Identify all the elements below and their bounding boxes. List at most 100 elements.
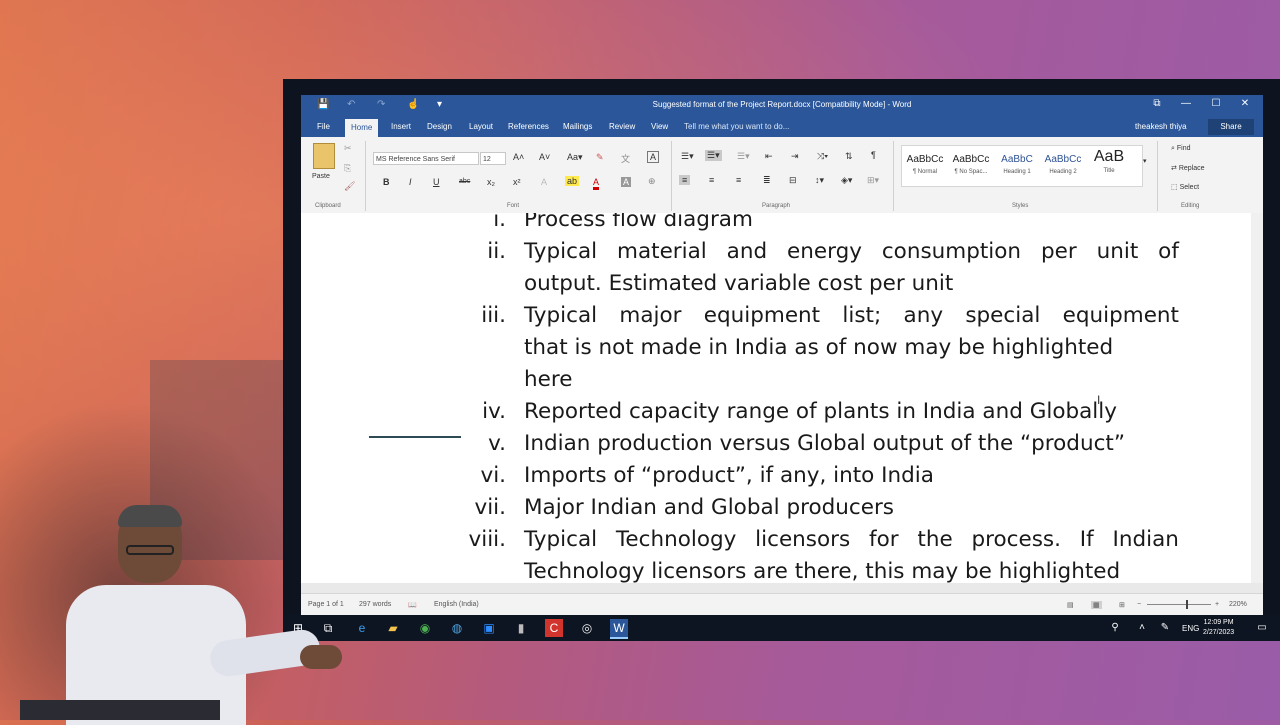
maximize-button[interactable]: ☐ (1206, 98, 1226, 109)
word-count[interactable]: 297 words (359, 601, 391, 608)
decrease-indent-icon[interactable]: ⇤ (765, 151, 773, 162)
shrink-font-icon[interactable]: A˅ (539, 152, 550, 162)
italic-button[interactable]: I (409, 177, 412, 187)
tab-insert[interactable]: Insert (391, 122, 411, 131)
align-center-icon[interactable]: ≡ (709, 175, 714, 185)
zoom-out-icon[interactable]: − (1137, 601, 1141, 608)
style-sample: AaBbCc (1044, 154, 1082, 165)
character-shading-button[interactable]: A (621, 177, 632, 187)
task-view-icon[interactable]: ⧉ (319, 619, 337, 637)
find-button[interactable]: ⌕ Find (1171, 145, 1191, 153)
people-icon[interactable]: ⚲ (1106, 619, 1124, 637)
webex-icon[interactable]: ◍ (448, 619, 466, 637)
close-button[interactable]: ✕ (1235, 98, 1255, 109)
select-button[interactable]: ⬚ Select (1171, 183, 1199, 191)
app-icon[interactable]: ◎ (578, 619, 596, 637)
horizontal-scrollbar[interactable] (301, 583, 1263, 593)
paste-button[interactable]: Paste (312, 173, 330, 180)
superscript-button[interactable]: x² (513, 177, 521, 187)
style-title[interactable]: AaB Title (1086, 146, 1132, 186)
style-heading-1[interactable]: AaBbC Heading 1 (994, 146, 1040, 186)
subscript-button[interactable]: x₂ (487, 177, 495, 187)
tab-home[interactable]: Home (345, 119, 379, 137)
line-spacing-icon[interactable]: ↕▾ (815, 175, 824, 186)
highlight-color-icon[interactable]: ab (565, 176, 580, 186)
zoom-slider[interactable] (1147, 604, 1211, 605)
bold-button[interactable]: B (383, 177, 390, 187)
distributed-icon[interactable]: ⊟ (789, 175, 797, 186)
shading-icon[interactable]: ◈▾ (841, 175, 852, 186)
print-layout-icon[interactable]: ▦ (1091, 601, 1102, 609)
tab-references[interactable]: References (508, 122, 549, 131)
tab-design[interactable]: Design (427, 122, 452, 131)
text-cursor-icon: I (1097, 393, 1101, 407)
enclose-characters-icon[interactable]: ⊕ (648, 176, 656, 187)
tell-me-search[interactable]: Tell me what you want to do... (684, 122, 789, 131)
vertical-scrollbar[interactable] (1251, 213, 1263, 583)
clear-formatting-icon[interactable]: ✎ (596, 152, 604, 163)
tab-review[interactable]: Review (609, 122, 635, 131)
bullets-icon[interactable]: ☰▾ (681, 151, 694, 162)
font-size-box[interactable]: 12 (480, 152, 506, 165)
taskbar-clock[interactable]: 12:09 PM 2/27/2023 (1203, 618, 1234, 638)
show-marks-icon[interactable]: ¶ (871, 150, 876, 160)
tab-mailings[interactable]: Mailings (563, 122, 592, 131)
app-icon[interactable]: ▮ (512, 619, 530, 637)
zoom-slider-thumb[interactable] (1186, 600, 1188, 609)
align-left-icon[interactable]: ≡ (679, 175, 691, 185)
zoom-level[interactable]: 220% (1229, 601, 1247, 608)
multilevel-list-icon[interactable]: ☰▾ (737, 151, 750, 162)
font-group-label: Font (507, 203, 520, 209)
style-heading-2[interactable]: AaBbCc Heading 2 (1040, 146, 1086, 186)
copy-icon[interactable]: ⎘ (344, 163, 351, 174)
read-mode-icon[interactable]: ▤ (1067, 601, 1074, 609)
proofing-icon[interactable]: 📖 (408, 601, 417, 609)
increase-indent-icon[interactable]: ⇥ (791, 151, 799, 162)
grow-font-icon[interactable]: A˄ (513, 152, 524, 162)
style-normal[interactable]: AaBbCc ¶ Normal (902, 146, 948, 186)
list-text: Process flow diagram (524, 213, 753, 232)
web-layout-icon[interactable]: ⊞ (1119, 601, 1125, 609)
phonetic-guide-icon[interactable]: 文 (621, 152, 630, 165)
replace-button[interactable]: ⇄ Replace (1171, 164, 1205, 172)
show-hidden-icons[interactable]: ˄ (1133, 619, 1151, 637)
cut-icon[interactable]: ✂ (344, 143, 352, 154)
underline-button[interactable]: U (433, 177, 440, 187)
document-area[interactable]: i. Process flow diagram ii. Typical mater… (301, 213, 1251, 583)
notifications-icon[interactable]: ▭ (1253, 619, 1271, 637)
font-color-button[interactable]: A (593, 177, 600, 190)
numbering-icon[interactable]: ☰▾ (705, 150, 722, 161)
minimize-button[interactable]: — (1176, 98, 1196, 109)
tab-layout[interactable]: Layout (469, 122, 493, 131)
character-border-icon[interactable]: A (647, 151, 660, 163)
tab-view[interactable]: View (651, 122, 668, 131)
language[interactable]: English (India) (434, 601, 479, 608)
chrome-icon[interactable]: ◉ (416, 619, 434, 637)
justify-icon[interactable]: ≣ (763, 175, 771, 186)
font-name-box[interactable]: MS Reference Sans Serif (373, 152, 479, 165)
word-app-icon[interactable]: W (610, 619, 628, 639)
pen-icon[interactable]: ✎ (1156, 619, 1174, 637)
file-explorer-icon[interactable]: ▰ (384, 619, 402, 637)
ribbon-display-icon[interactable]: ⧉ (1147, 98, 1167, 109)
paste-icon[interactable] (313, 143, 335, 169)
text-effects-icon[interactable]: A (541, 177, 547, 187)
text-direction-icon[interactable]: ⤨▾ (817, 151, 828, 162)
user-account[interactable]: theakesh thiya (1135, 122, 1187, 131)
zoom-app-icon[interactable]: ▣ (480, 619, 498, 637)
style-no-spacing[interactable]: AaBbCc ¶ No Spac... (948, 146, 994, 186)
align-right-icon[interactable]: ≡ (736, 175, 741, 185)
input-language[interactable]: ENG (1182, 624, 1199, 633)
styles-more-icon[interactable]: ▾ (1143, 157, 1147, 165)
borders-icon[interactable]: ⊞▾ (867, 175, 879, 186)
change-case-icon[interactable]: Aa▾ (567, 152, 583, 163)
share-button[interactable]: Share (1208, 119, 1254, 135)
app-icon[interactable]: C (545, 619, 563, 637)
sort-icon[interactable]: ⇅ (845, 151, 853, 162)
format-painter-icon[interactable]: 🖌 (344, 181, 355, 192)
tab-file[interactable]: File (317, 122, 330, 131)
zoom-in-icon[interactable]: + (1215, 601, 1219, 608)
word: material (617, 239, 707, 264)
edge-icon[interactable]: e (353, 619, 371, 637)
strikethrough-button[interactable]: abc (459, 178, 470, 185)
